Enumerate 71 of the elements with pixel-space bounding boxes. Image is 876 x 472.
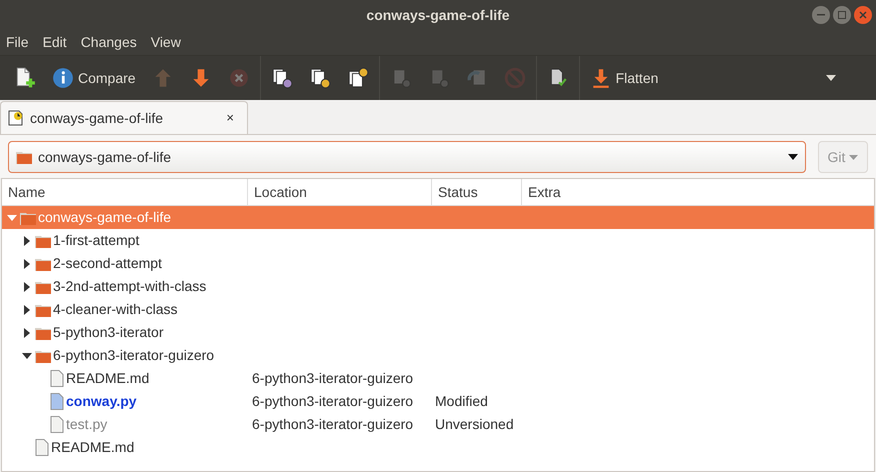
file-name: conway.py [66, 392, 137, 411]
menu-item[interactable]: View [150, 32, 181, 53]
status-text: Modified [435, 393, 488, 409]
minimize-icon [817, 14, 825, 16]
file-name: 4-cleaner-with-class [53, 300, 178, 319]
file-name: 3-2nd-attempt-with-class [53, 277, 206, 296]
column-header[interactable]: Extra [522, 179, 874, 205]
file-name: README.md [51, 438, 134, 457]
tree-row[interactable]: 5-python3-iterator [2, 321, 874, 344]
tree-row[interactable]: README.md [2, 436, 874, 459]
tab-close-button[interactable]: × [226, 108, 234, 128]
location-text: 6-python3-iterator-guizero [252, 416, 414, 432]
tree-row[interactable]: README.md 6-python3-iterator-guizero [2, 367, 874, 390]
file-name: 2-second-attempt [53, 254, 162, 273]
tree-row[interactable]: 1-first-attempt [2, 229, 874, 252]
close-button[interactable] [854, 6, 872, 24]
folder-icon [16, 150, 32, 164]
menu-item[interactable]: Changes [80, 32, 137, 53]
menu-item[interactable]: File [6, 32, 29, 53]
dropdown-icon [788, 154, 798, 160]
path-combo[interactable]: conways-game-of-life [8, 141, 806, 173]
new-file-icon [14, 67, 36, 89]
cancel-icon [228, 67, 250, 89]
documents-add-icon [270, 67, 293, 89]
column-header[interactable]: Name [2, 179, 248, 205]
caret-icon [849, 154, 858, 160]
toolbar-button[interactable]: Flatten [582, 60, 666, 96]
maximize-icon [838, 11, 846, 19]
document-clock-icon [8, 110, 24, 126]
file-name: test.py [66, 415, 108, 434]
file-icon [50, 393, 64, 410]
folder-icon [35, 348, 51, 362]
documents-add-icon [346, 67, 369, 89]
path-text: conways-game-of-life [38, 148, 172, 167]
file-name: README.md [66, 369, 150, 388]
column-header[interactable]: Status [432, 179, 522, 205]
maximize-button[interactable] [833, 6, 851, 24]
tree-row[interactable]: 4-cleaner-with-class [2, 298, 874, 321]
tab[interactable]: conways-game-of-life × [0, 101, 248, 134]
file-icon [50, 416, 64, 433]
tree-row[interactable]: 2-second-attempt [2, 252, 874, 275]
tree-row[interactable]: test.py 6-python3-iterator-guizero Unversioned [2, 413, 874, 436]
folder-icon [20, 210, 36, 224]
documents-add-icon [308, 67, 331, 89]
column-header[interactable]: Location [248, 179, 432, 205]
tree-row[interactable]: 3-2nd-attempt-with-class [2, 275, 874, 298]
folder-icon [35, 326, 51, 340]
location-text: 6-python3-iterator-guizero [252, 393, 414, 409]
folder-icon [35, 280, 51, 294]
folder-icon [35, 234, 51, 248]
file-name: 5-python3-iterator [53, 323, 164, 342]
info-icon [52, 67, 74, 89]
tree-row[interactable]: conway.py 6-python3-iterator-guizero Modified [2, 390, 874, 413]
minimize-button[interactable] [812, 6, 830, 24]
toolbar-button[interactable]: Compare [45, 60, 143, 96]
caret-icon [826, 75, 836, 81]
close-icon [859, 11, 867, 19]
file-icon [35, 439, 49, 456]
file-icon [50, 370, 64, 387]
status-text: Unversioned [435, 416, 514, 432]
tree-row[interactable]: 6-python3-iterator-guizero [2, 344, 874, 367]
forbidden-icon [504, 67, 526, 89]
folder-icon [35, 302, 51, 316]
file-name: 6-python3-iterator-guizero [53, 346, 214, 365]
menu-item[interactable]: Edit [42, 32, 67, 53]
window-title: conways-game-of-life [366, 6, 510, 25]
location-text: 6-python3-iterator-guizero [252, 370, 414, 386]
folder-icon [35, 256, 51, 270]
file-name: conways-game-of-life [38, 208, 172, 227]
file-name: 1-first-attempt [53, 231, 140, 250]
tab-label: conways-game-of-life [30, 108, 164, 128]
